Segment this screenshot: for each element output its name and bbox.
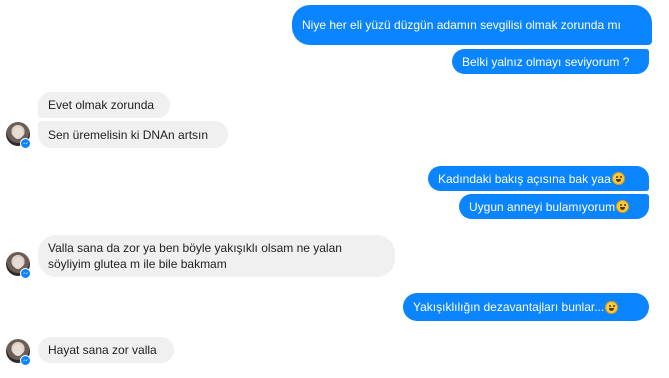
message-bubble-incoming[interactable]: Sen üremelisin ki DNAn artsın bbox=[38, 121, 228, 148]
message-text: Sen üremelisin ki DNAn artsın bbox=[48, 127, 209, 142]
message-bubble-outgoing[interactable]: Yakışıklılığın dezavantajları bunlar... bbox=[403, 293, 649, 321]
message-text: Niye her eli yüzü düzgün adamın sevgilis… bbox=[302, 18, 621, 32]
message-text: Kadındaki bakış açısına bak yaa bbox=[438, 171, 611, 186]
message-text: Evet olmak zorunda bbox=[48, 98, 155, 112]
message-bubble-outgoing[interactable]: Kadındaki bakış açısına bak yaa bbox=[428, 166, 649, 191]
message-text: Yakışıklılığın dezavantajları bunlar... bbox=[413, 300, 605, 314]
messenger-badge-icon bbox=[20, 355, 31, 366]
message-bubble-incoming[interactable]: Valla sana da zor ya ben böyle yakışıklı… bbox=[38, 235, 395, 277]
message-text: Hayat sana zor valla bbox=[48, 343, 157, 357]
message-bubble-incoming[interactable]: Hayat sana zor valla bbox=[38, 337, 174, 363]
messenger-badge-icon bbox=[20, 138, 31, 149]
avatar-face bbox=[13, 127, 23, 139]
laughing-face-icon bbox=[611, 172, 625, 185]
message-bubble-outgoing[interactable]: Belki yalnız olmayı seviyorum ? bbox=[452, 49, 649, 74]
message-bubble-incoming[interactable]: Evet olmak zorunda bbox=[38, 92, 170, 118]
message-text: Valla sana da zor ya ben böyle yakışıklı… bbox=[48, 241, 342, 271]
messenger-badge-icon bbox=[20, 268, 31, 279]
message-text: Uygun anneyi bulamıyorum bbox=[469, 199, 616, 214]
avatar-face bbox=[13, 257, 23, 269]
message-text: Belki yalnız olmayı seviyorum ? bbox=[462, 54, 630, 69]
message-bubble-outgoing[interactable]: Niye her eli yüzü düzgün adamın sevgilis… bbox=[292, 5, 652, 45]
message-bubble-outgoing[interactable]: Uygun anneyi bulamıyorum bbox=[459, 194, 649, 219]
avatar-face bbox=[13, 344, 23, 356]
laughing-face-icon bbox=[616, 200, 630, 213]
laughing-face-icon bbox=[605, 300, 619, 314]
